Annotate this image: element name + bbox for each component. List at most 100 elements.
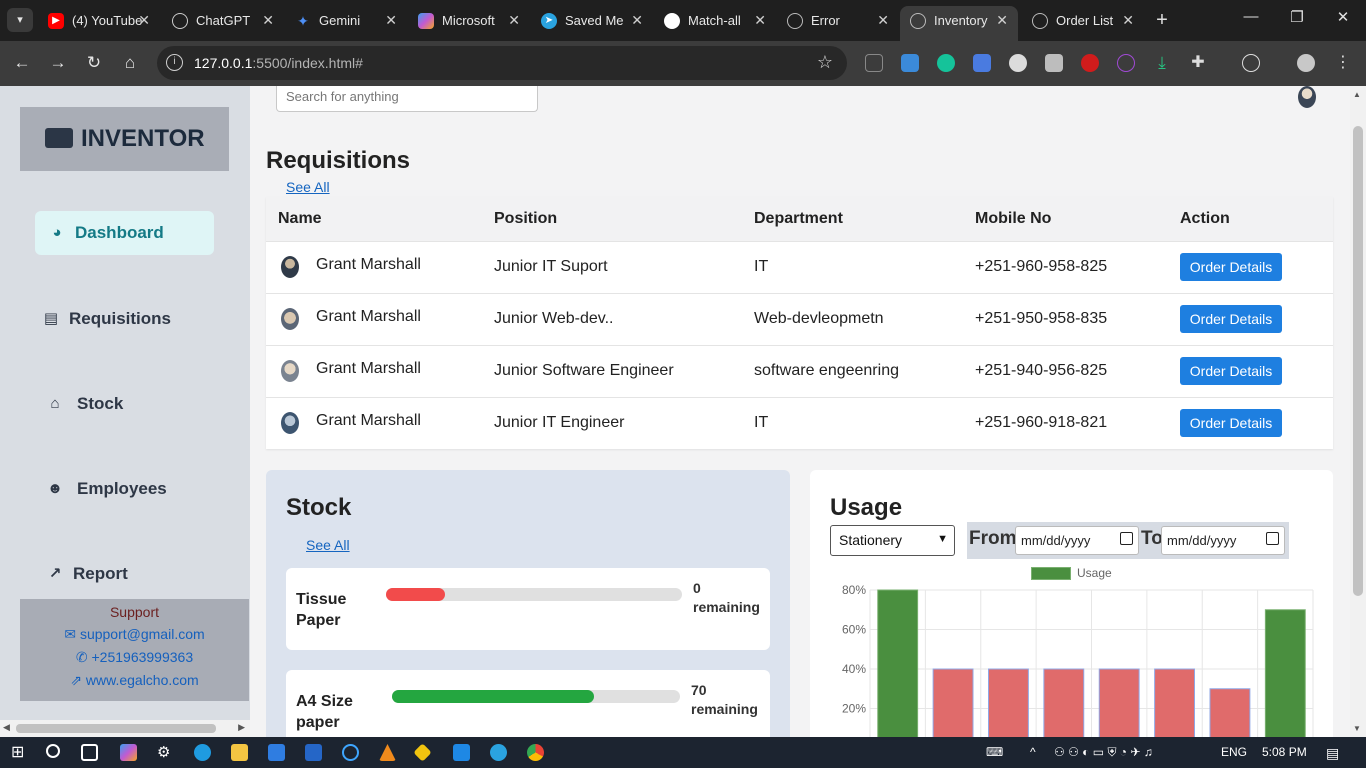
sidebar-item-report[interactable]: ↗ Report: [35, 552, 214, 596]
gemini-icon: ✦: [297, 13, 309, 29]
vscode-icon[interactable]: [453, 744, 470, 761]
new-tab-button[interactable]: +: [1151, 9, 1173, 31]
close-icon[interactable]: ✕: [996, 6, 1008, 35]
app-logo[interactable]: INVENTOR: [20, 107, 229, 171]
extension-icon[interactable]: [1009, 54, 1027, 72]
browser-menu-icon[interactable]: ⋮: [1334, 54, 1352, 72]
extension-icon[interactable]: [1117, 54, 1135, 72]
copilot-icon[interactable]: [120, 744, 137, 761]
support-phone-link[interactable]: ✆ +251963999363: [20, 649, 249, 666]
order-details-button[interactable]: Order Details: [1180, 357, 1282, 385]
windows-start-icon[interactable]: ⊞: [11, 744, 28, 761]
site-info-icon[interactable]: i: [166, 54, 183, 71]
to-date-input[interactable]: mm/dd/yyyy: [1161, 526, 1285, 555]
file-explorer-icon[interactable]: [231, 744, 248, 761]
calendar-icon[interactable]: [1266, 532, 1279, 545]
close-icon[interactable]: ✕: [631, 6, 643, 35]
chrome-icon[interactable]: [527, 744, 544, 761]
restore-button[interactable]: ❐: [1282, 8, 1312, 26]
address-bar[interactable]: i 127.0.0.1:5500/index.html# ☆: [157, 46, 847, 80]
git-icon[interactable]: [413, 743, 432, 762]
sidebar-item-employees[interactable]: ☻ Employees: [35, 467, 214, 511]
user-avatar[interactable]: [1298, 86, 1316, 108]
download-icon[interactable]: ⤓: [1153, 54, 1171, 72]
scroll-left-arrow[interactable]: ◀: [3, 722, 10, 733]
scroll-up-arrow[interactable]: ▲: [1353, 90, 1361, 99]
vlc-icon[interactable]: [379, 744, 396, 761]
extension-icon[interactable]: [901, 54, 919, 72]
close-icon[interactable]: ✕: [262, 6, 274, 35]
sidebar-item-dashboard[interactable]: ◕ Dashboard: [35, 211, 214, 255]
url-host: 127.0.0.1: [194, 55, 253, 71]
chevron-up-icon[interactable]: ^: [1030, 745, 1036, 759]
order-details-button[interactable]: Order Details: [1180, 409, 1282, 437]
language-indicator[interactable]: ENG: [1221, 745, 1247, 759]
search-icon[interactable]: [46, 744, 60, 758]
browser-tab[interactable]: ChatGPT ✕: [162, 6, 284, 35]
profile-avatar[interactable]: [1297, 54, 1315, 72]
camera-icon[interactable]: [1045, 54, 1063, 72]
telegram-icon[interactable]: [490, 744, 507, 761]
history-icon[interactable]: [1242, 54, 1260, 72]
translate-icon[interactable]: [973, 54, 991, 72]
settings-gear-icon[interactable]: ⚙: [157, 744, 174, 761]
notifications-icon[interactable]: ▤: [1326, 745, 1339, 762]
browser-tab[interactable]: Match-all ✕: [654, 6, 776, 35]
table-row: Grant Marshall Junior IT Engineer IT +25…: [266, 397, 1333, 449]
extensions-puzzle-icon[interactable]: ✚: [1189, 54, 1207, 72]
bookmark-star-icon[interactable]: ☆: [817, 52, 833, 73]
scroll-right-arrow[interactable]: ▶: [238, 722, 245, 733]
close-window-button[interactable]: ✕: [1328, 8, 1358, 26]
legend-swatch[interactable]: [1031, 567, 1071, 580]
tray-icons[interactable]: ⚇ ⚇ ◐ ▭ ⛨ ◔ ✈ ♫: [1054, 745, 1153, 760]
sidebar-item-stock[interactable]: ⌂ Stock: [35, 382, 214, 426]
page-vertical-scrollbar[interactable]: ▲ ▼: [1350, 86, 1366, 737]
stock-see-all-link[interactable]: See All: [306, 537, 350, 553]
browser-tab[interactable]: ➤ Saved Me ✕: [531, 6, 653, 35]
calendar-icon[interactable]: [1120, 532, 1133, 545]
category-select[interactable]: Stationery ▼: [830, 525, 955, 556]
mail-icon[interactable]: [305, 744, 322, 761]
browser-tab[interactable]: ✦ Gemini ✕: [285, 6, 407, 35]
browser-tab[interactable]: Order List ✕: [1022, 6, 1144, 35]
close-icon[interactable]: ✕: [877, 6, 889, 35]
extension-icon[interactable]: [1081, 54, 1099, 72]
close-icon[interactable]: ✕: [138, 6, 150, 35]
order-details-button[interactable]: Order Details: [1180, 253, 1282, 281]
clock[interactable]: 5:08 PM: [1262, 745, 1307, 759]
from-date-input[interactable]: mm/dd/yyyy: [1015, 526, 1139, 555]
task-view-icon[interactable]: [81, 744, 98, 761]
browser-tab[interactable]: ▶ (4) YouTube ✕: [38, 6, 160, 35]
browser-tab[interactable]: Error ✕: [777, 6, 899, 35]
close-icon[interactable]: ✕: [1122, 6, 1134, 35]
reload-button[interactable]: ↻: [82, 52, 106, 76]
app-icon[interactable]: [342, 744, 359, 761]
grammarly-icon[interactable]: [937, 54, 955, 72]
store-icon[interactable]: [268, 744, 285, 761]
support-website-link[interactable]: ⇗ www.egalcho.com: [20, 672, 249, 689]
search-input[interactable]: Search for anything: [276, 86, 538, 112]
scrollbar-thumb[interactable]: [1353, 126, 1363, 596]
back-button[interactable]: ←: [10, 52, 34, 76]
browser-tab-active[interactable]: Inventory ✕: [900, 6, 1018, 41]
keyboard-icon[interactable]: ⌨: [986, 745, 1003, 759]
close-icon[interactable]: ✕: [385, 6, 397, 35]
close-icon[interactable]: ✕: [754, 6, 766, 35]
home-button[interactable]: ⌂: [118, 52, 142, 76]
requisitions-see-all-link[interactable]: See All: [286, 179, 330, 195]
close-icon[interactable]: ✕: [508, 6, 520, 35]
edge-icon[interactable]: [194, 744, 211, 761]
sidebar-horizontal-scrollbar[interactable]: ◀ ▶: [0, 720, 250, 737]
browser-tab[interactable]: Microsoft ✕: [408, 6, 530, 35]
extension-icon[interactable]: [865, 54, 883, 72]
minimize-button[interactable]: —: [1236, 8, 1266, 25]
order-details-button[interactable]: Order Details: [1180, 305, 1282, 333]
sidebar-item-requisitions[interactable]: ▤ Requisitions: [35, 297, 214, 341]
forward-button[interactable]: →: [46, 52, 70, 76]
tab-search-button[interactable]: ▾: [7, 8, 33, 32]
avatar: [281, 360, 299, 382]
support-email-link[interactable]: ✉ support@gmail.com: [20, 626, 249, 643]
sidebar-item-label: Dashboard: [75, 223, 164, 242]
scroll-down-arrow[interactable]: ▼: [1353, 724, 1361, 733]
scrollbar-thumb[interactable]: [16, 724, 216, 733]
